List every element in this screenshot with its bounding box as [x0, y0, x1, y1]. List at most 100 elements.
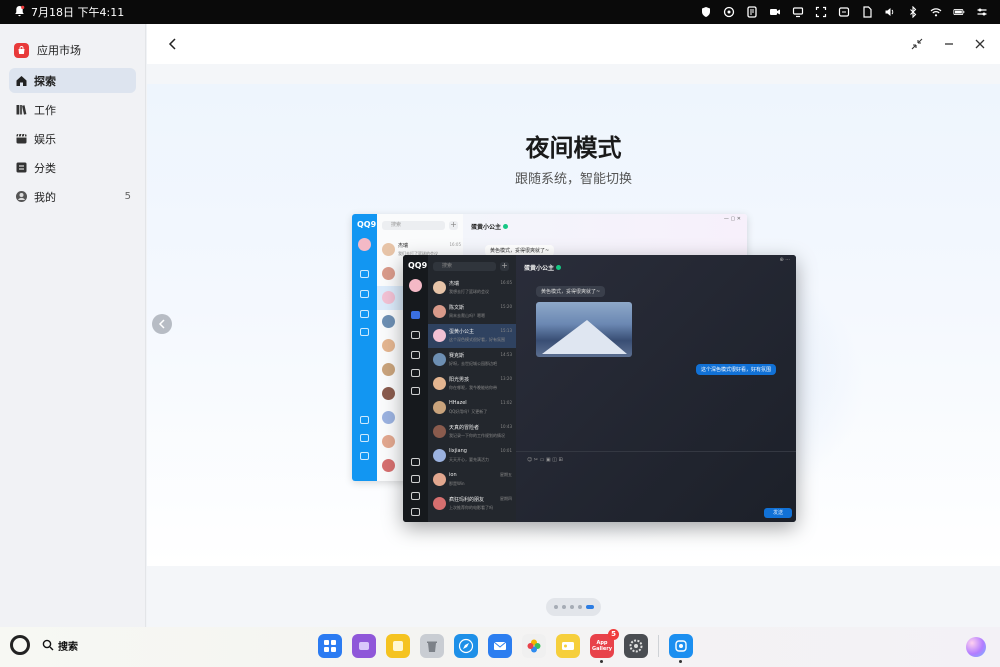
dock-app-notes-icon[interactable] — [386, 634, 410, 658]
close-button[interactable] — [971, 35, 989, 53]
contact-time: 13:20 — [500, 376, 512, 381]
wifi-icon[interactable] — [929, 6, 942, 18]
dark-search-field: 搜索 — [433, 262, 496, 271]
control-center-icon[interactable] — [975, 6, 988, 18]
updates-count: 5 — [124, 191, 131, 202]
carousel-prev-button[interactable] — [152, 314, 172, 334]
sidebar-item-categories[interactable]: 分类 — [9, 155, 136, 180]
contact-time: 15:13 — [500, 328, 512, 333]
note-icon[interactable] — [745, 6, 758, 18]
app-header: 应用市场 — [0, 24, 145, 64]
plus-icon: + — [500, 261, 509, 271]
dock-app-app-grid-icon[interactable] — [318, 634, 342, 658]
restore-window-button[interactable] — [908, 35, 926, 53]
dock-app-trash-icon[interactable] — [420, 634, 444, 658]
dark-chat-list: 搜索 + 杰瑞 我想去打了篮球的会议 16:05 陈文斯 周末去爬山吗？嗯嗯 15:20 蛋… — [428, 255, 516, 522]
sidebar-item-work[interactable]: 工作 — [9, 97, 136, 122]
shield-icon[interactable] — [699, 6, 712, 18]
screenshot-icon[interactable] — [814, 6, 827, 18]
contact-name: 阳光男孩 — [449, 377, 470, 383]
avatar — [433, 449, 446, 462]
pager-dot[interactable] — [553, 605, 558, 609]
chat-title: 蛋黄小公主 — [471, 222, 509, 231]
share-icon[interactable] — [722, 6, 735, 18]
pager-dot-active[interactable] — [585, 605, 594, 609]
contact-time: 15:20 — [500, 304, 512, 309]
list-item: 蛋黄小公主 这个深色模式很好看，好有氛围 15:13 — [428, 324, 516, 348]
avatar — [433, 377, 446, 390]
back-button[interactable] — [164, 35, 182, 53]
banner-subtitle: 跟随系统，智能切换 — [514, 172, 632, 187]
light-nav-rail: QQ9 — [352, 214, 377, 481]
app-gallery-logo-icon — [14, 42, 29, 58]
plus-icon: + — [449, 220, 458, 230]
list-item: 疯狂玛利的朋友 上次推荐你的电影看了吗 星期四 — [428, 492, 516, 516]
dark-mode-preview-window: QQ9 搜索 + 杰瑞 我想去打了篮球的会议 16:05 陈文斯 周末去爬山吗？嗯嗯 15… — [403, 255, 796, 522]
video-icon[interactable] — [768, 6, 781, 18]
banner-title: 夜间模式 — [525, 134, 622, 162]
status-bar: 7月18日 下午4:11 — [0, 0, 1000, 24]
dark-chat-pane: 蛋黄小公主 ⊕ ··· 黄色模式，妥得很爽就了~ 这个深色模式很好看，好有氛围 … — [516, 255, 796, 522]
assistant-ring-icon[interactable] — [10, 635, 30, 655]
upload-icon — [411, 492, 420, 500]
contact-name: lixjiang — [449, 448, 467, 454]
dock-search-button[interactable]: 搜索 — [42, 638, 78, 653]
list-item: 陈文斯 周末去爬山吗？嗯嗯 15:20 — [428, 300, 516, 324]
pager-dot[interactable] — [577, 605, 582, 609]
avatar — [433, 473, 446, 486]
contact-preview: 天天开心，要充满活力 — [449, 457, 489, 462]
volume-icon[interactable] — [883, 6, 896, 18]
star-icon — [360, 310, 369, 318]
dock-app-photos-icon[interactable] — [522, 634, 546, 658]
dock-app-mail-icon[interactable] — [488, 634, 512, 658]
star-icon — [411, 351, 420, 359]
contact-preview: 你在哪呢，我今晚能给你带 — [449, 385, 497, 390]
window-controls: ⊕ ··· — [779, 257, 790, 263]
avatar — [382, 267, 395, 280]
sidebar-item-entertainment[interactable]: 娱乐 — [9, 126, 136, 151]
folder-icon — [360, 434, 369, 442]
chat-icon — [360, 270, 369, 278]
cast-icon[interactable] — [791, 6, 804, 18]
contact-time: 14:53 — [500, 352, 512, 357]
mail-icon — [360, 416, 369, 424]
ai-assistant-orb-icon[interactable] — [966, 637, 986, 657]
contact-name: 杰瑞 — [449, 281, 460, 287]
contact-time: 10:01 — [500, 448, 512, 453]
sidebar-item-me[interactable]: 我的 5 — [9, 184, 136, 209]
dock-app-settings-icon[interactable] — [624, 634, 648, 658]
contact-time: 10:43 — [500, 424, 512, 429]
folder-icon — [411, 475, 420, 483]
sim-card-icon[interactable] — [860, 6, 873, 18]
search-icon — [42, 639, 54, 651]
sidebar-item-label: 娱乐 — [34, 132, 56, 146]
dock-app-app-purple-icon[interactable] — [352, 634, 376, 658]
avatar — [433, 305, 446, 318]
dock-app-app-gallery-icon[interactable]: App Gallery 5 — [590, 629, 619, 663]
battery-icon[interactable] — [952, 6, 965, 18]
subtitle-icon[interactable] — [837, 6, 850, 18]
contacts-icon — [411, 331, 420, 339]
contact-time: 11:02 — [500, 400, 512, 405]
menu-icon — [411, 508, 420, 516]
contact-time: 星期五 — [500, 472, 512, 477]
mail-icon — [411, 458, 420, 466]
home-icon — [15, 74, 28, 87]
contact-name: 天真的冒险者 — [449, 425, 480, 431]
light-search-field: 搜索 — [382, 221, 445, 230]
pager-dot[interactable] — [561, 605, 566, 609]
clapper-icon — [15, 132, 28, 145]
minimize-button[interactable] — [940, 35, 958, 53]
pager-dot[interactable] — [569, 605, 574, 609]
dock-app-cloud-icon[interactable] — [669, 634, 693, 663]
contact-name: 陈文斯 — [449, 305, 465, 311]
message-bubble-out: 这个深色模式很好看，好有氛围 — [695, 364, 776, 375]
avatar — [382, 411, 395, 424]
dock-app-browser-icon[interactable] — [454, 634, 478, 658]
dock-app-contacts-card-icon[interactable] — [556, 634, 580, 658]
contact-time: 16:05 — [500, 280, 512, 285]
bluetooth-icon[interactable] — [906, 6, 919, 18]
qq-logo: QQ9 — [357, 220, 377, 229]
carousel-pager[interactable] — [546, 598, 601, 616]
sidebar-item-explore[interactable]: 探索 — [9, 68, 136, 93]
